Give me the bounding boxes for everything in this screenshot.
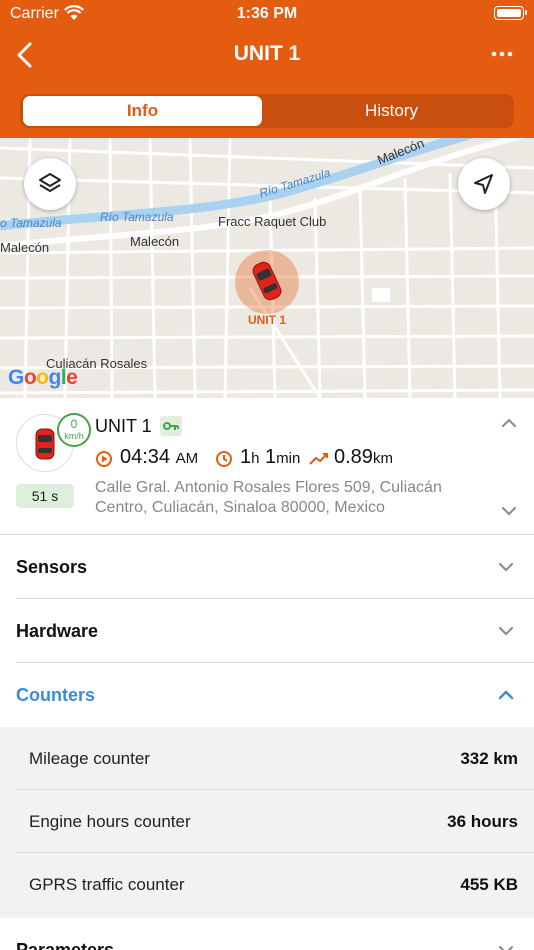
trip-time: 04:34 — [120, 446, 171, 468]
back-button[interactable] — [12, 40, 40, 70]
clock-icon — [216, 451, 232, 467]
chevron-down-icon — [499, 946, 513, 950]
unit-marker[interactable] — [235, 250, 299, 314]
map-layers-button[interactable] — [24, 158, 76, 210]
last-update-badge: 51 s — [16, 484, 74, 508]
section-label: Parameters — [16, 940, 115, 950]
chevron-down-icon[interactable] — [500, 504, 518, 518]
duration-hours-unit: h — [251, 450, 260, 467]
location-arrow-icon — [474, 174, 493, 194]
map-label: Fracc Raquet Club — [218, 214, 327, 229]
counter-row: GPRS traffic counter 455 KB — [0, 853, 534, 916]
counter-name: Engine hours counter — [29, 812, 191, 831]
speed-value: 0 — [70, 417, 78, 431]
trend-icon — [309, 453, 328, 465]
section-label: Sensors — [16, 557, 88, 577]
section-label: Counters — [16, 685, 96, 705]
counter-row: Mileage counter 332 km — [0, 727, 534, 790]
car-icon — [252, 261, 282, 301]
section-counters[interactable]: Counters — [0, 663, 534, 727]
map-label: o Tamazula — [0, 216, 62, 230]
page-title: UNIT 1 — [233, 42, 301, 65]
map-label: Malecón — [130, 234, 180, 249]
map-label: Malecón — [0, 240, 50, 255]
duration-minutes-unit: min — [276, 450, 301, 467]
car-icon — [35, 428, 55, 460]
locate-button[interactable] — [458, 158, 510, 210]
trip-mileage-unit: km — [372, 450, 393, 467]
chevron-up-icon — [498, 690, 514, 700]
counter-value: 332 km — [460, 749, 518, 768]
section-hardware[interactable]: Hardware — [0, 599, 534, 663]
unit-address: Calle Gral. Antonio Rosales Flores 509, … — [95, 479, 442, 516]
counter-value: 36 hours — [447, 812, 518, 831]
chevron-down-icon — [499, 627, 513, 636]
tab-history[interactable]: History — [272, 96, 511, 126]
unit-summary-card: 0 km/h 51 s UNIT 1 04:34 AM 1h 1min 0.89… — [0, 398, 534, 535]
clock: 1:36 PM — [236, 5, 298, 22]
play-circle-icon — [96, 451, 112, 467]
more-options-icon[interactable] — [490, 44, 514, 64]
status-bar: Carrier 1:36 PM — [0, 0, 534, 28]
duration-hours: 1 — [240, 446, 252, 468]
battery-icon — [494, 6, 527, 20]
ignition-key-icon — [160, 416, 182, 436]
section-label: Hardware — [16, 621, 99, 641]
section-sensors[interactable]: Sensors — [0, 535, 534, 599]
trip-time-suffix: AM — [175, 450, 199, 467]
google-logo: Google — [8, 366, 78, 389]
speed-unit: km/h — [64, 431, 84, 441]
counters-list: Mileage counter 332 km Engine hours coun… — [0, 727, 534, 918]
counter-value: 455 KB — [460, 875, 518, 894]
section-parameters[interactable]: Parameters — [0, 918, 534, 950]
segmented-control: Info History — [20, 94, 514, 128]
marker-label: UNIT 1 — [247, 313, 286, 327]
counter-name: GPRS traffic counter — [29, 875, 185, 894]
layers-icon — [39, 173, 61, 192]
tab-info[interactable]: Info — [23, 96, 262, 126]
unit-name: UNIT 1 — [95, 416, 152, 436]
chevron-down-icon — [499, 563, 513, 572]
trip-mileage: 0.89 — [334, 446, 373, 468]
chevron-up-icon[interactable] — [500, 416, 518, 430]
counter-name: Mileage counter — [29, 749, 150, 768]
app-header: Carrier 1:36 PM UNIT 1 Info History — [0, 0, 534, 138]
duration-minutes: 1 — [265, 446, 277, 468]
speed-badge: 0 km/h — [57, 413, 91, 447]
counter-row: Engine hours counter 36 hours — [0, 790, 534, 853]
navigation-bar: UNIT 1 — [0, 30, 534, 80]
map-view[interactable]: o Tamazula Río Tamazula Río Tamazula Mal… — [0, 138, 534, 398]
map-label: Río Tamazula — [100, 210, 174, 224]
